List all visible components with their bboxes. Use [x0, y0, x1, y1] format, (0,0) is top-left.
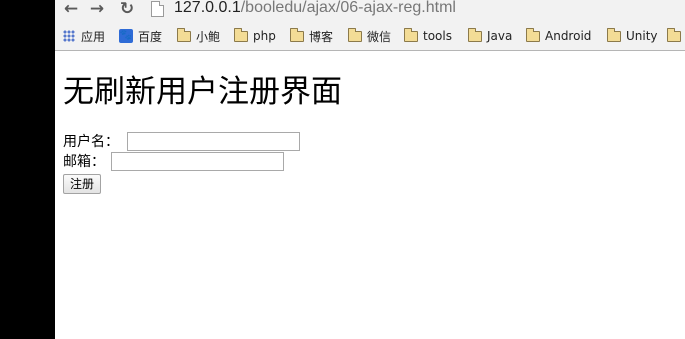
bookmark-baidu[interactable]: 🐾 百度 [119, 27, 162, 45]
bookmark-label: Unity [626, 29, 658, 43]
bookmark-folder-java[interactable]: Java [468, 27, 512, 45]
forward-arrow-icon[interactable]: → [85, 0, 109, 20]
bookmark-folder-android[interactable]: Android [526, 27, 591, 45]
folder-icon [290, 27, 304, 42]
bookmark-label: 博客 [309, 29, 334, 44]
bookmark-label: Java [487, 29, 513, 43]
folder-icon [404, 27, 418, 42]
reload-icon[interactable]: ↻ [115, 0, 139, 20]
bookmark-folder-xiaobao[interactable]: 小鲍 [177, 27, 220, 45]
bookmark-label: Android [545, 29, 592, 43]
bookmark-folder-overflow[interactable] [667, 27, 685, 45]
bookmark-folder-php[interactable]: php [234, 27, 276, 45]
folder-icon [348, 27, 362, 42]
bookmark-folder-wechat[interactable]: 微信 [348, 27, 391, 45]
url-host: 127.0.0.1 [174, 0, 241, 16]
username-row: 用户名： [63, 132, 663, 152]
email-label: 邮箱： [63, 154, 105, 170]
folder-icon [177, 27, 191, 42]
registration-form: 用户名： 邮箱： 注册 [63, 132, 663, 272]
bookmark-label: 应用 [81, 29, 106, 44]
username-input[interactable] [127, 132, 300, 151]
back-arrow-icon[interactable]: ← [59, 0, 83, 20]
baidu-paw-icon: 🐾 [119, 29, 133, 43]
page-document-icon [151, 1, 164, 17]
username-label: 用户名： [63, 134, 119, 150]
register-button[interactable]: 注册 [63, 174, 102, 194]
folder-icon [468, 27, 482, 42]
bookmark-label: 微信 [367, 29, 392, 44]
bookmark-label: php [253, 29, 276, 43]
folder-icon [607, 27, 621, 42]
bookmark-folder-blog[interactable]: 博客 [290, 27, 333, 45]
folder-icon [667, 27, 681, 42]
bookmark-label: tools [423, 29, 452, 43]
url-path: /booledu/ajax/06-ajax-reg.html [240, 0, 456, 16]
browser-toolbar: ← → ↻ 127.0.0.1/booledu/ajax/06-ajax-reg… [55, 0, 685, 22]
bookmarks-bar: 应用 🐾 百度 小鲍 php 博客 微信 tools Java Android … [55, 22, 685, 51]
page-title: 无刷新用户注册界面 [63, 74, 342, 110]
bookmark-label: 小鲍 [196, 29, 221, 44]
bookmark-label: 百度 [138, 29, 163, 44]
folder-icon [526, 27, 540, 42]
bookmark-apps[interactable]: 应用 [63, 27, 105, 45]
apps-grid-icon [63, 30, 75, 42]
bookmark-folder-tools[interactable]: tools [404, 27, 452, 45]
browser-window: ← → ↻ 127.0.0.1/booledu/ajax/06-ajax-reg… [55, 0, 685, 339]
bookmark-folder-unity[interactable]: Unity [607, 27, 658, 45]
page-content: 无刷新用户注册界面 用户名： 邮箱： 注册 [63, 72, 663, 272]
email-input[interactable] [111, 152, 284, 171]
address-bar[interactable]: 127.0.0.1/booledu/ajax/06-ajax-reg.html [174, 0, 456, 18]
folder-icon [234, 27, 248, 42]
email-row: 邮箱： [63, 152, 663, 172]
